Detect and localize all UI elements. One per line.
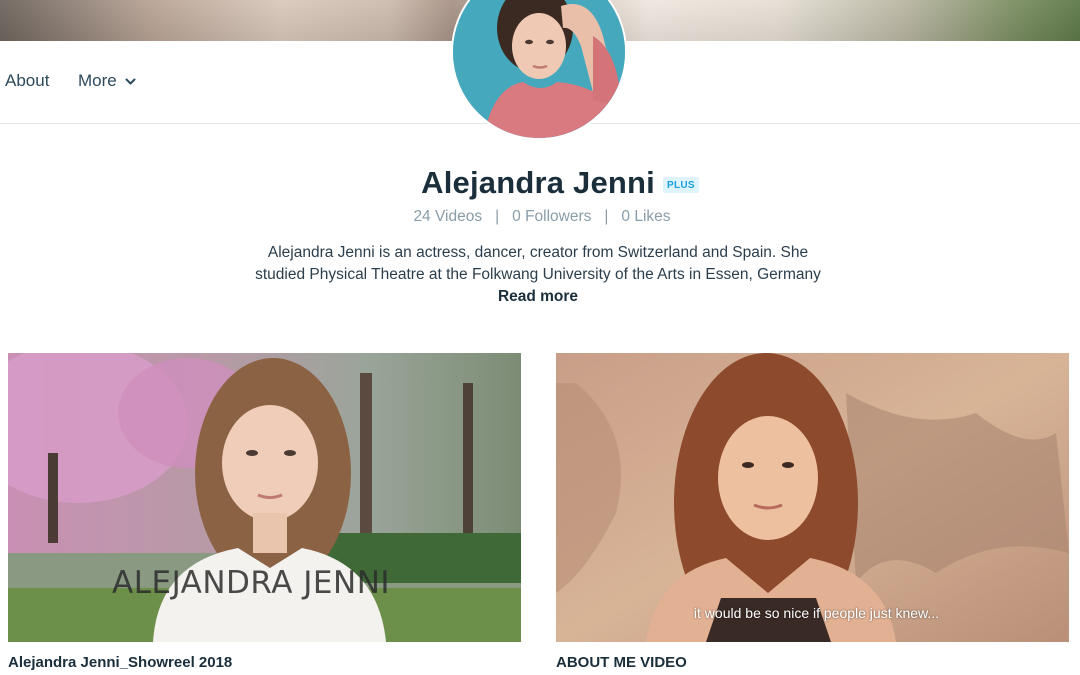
video-title-link[interactable]: Alejandra Jenni_Showreel 2018: [8, 654, 521, 671]
plus-badge: PLUS: [662, 177, 699, 193]
bio-text: Alejandra Jenni is an actress, dancer, c…: [255, 244, 821, 283]
profile-bio: Alejandra Jenni is an actress, dancer, c…: [248, 242, 828, 308]
profile-stats: 24 Videos | 0 Followers | 0 Likes: [0, 208, 1080, 226]
likes-count-link[interactable]: 0 Likes: [621, 208, 670, 226]
stats-divider: |: [604, 208, 609, 225]
nav-about-link[interactable]: About: [5, 71, 49, 91]
chevron-down-icon: [125, 76, 136, 87]
profile-title-row: Alejandra Jenni PLUS: [0, 165, 1080, 201]
stats-divider: |: [495, 208, 500, 225]
video-thumbnail[interactable]: ALEJANDRA JENNI: [8, 353, 521, 642]
nav-more-dropdown[interactable]: More: [78, 71, 136, 91]
video-subtitle-caption: it would be so nice if people just knew.…: [693, 605, 940, 621]
profile-name: Alejandra Jenni: [421, 165, 655, 200]
video-overlay-title: ALEJANDRA JENNI: [112, 565, 391, 601]
nav-more-label: More: [78, 71, 117, 90]
video-thumbnail[interactable]: it would be so nice if people just knew.…: [556, 353, 1069, 642]
video-card: it would be so nice if people just knew.…: [556, 353, 1069, 671]
profile-page: About More Alejandra Jenni PLUS 24 Video…: [0, 0, 1080, 675]
videos-count-link[interactable]: 24 Videos: [413, 208, 482, 226]
video-card: ALEJANDRA JENNI Alejandra Jenni_Showreel…: [8, 353, 521, 671]
video-title-link[interactable]: ABOUT ME VIDEO: [556, 654, 1069, 671]
read-more-link[interactable]: Read more: [498, 288, 578, 305]
followers-count-link[interactable]: 0 Followers: [512, 208, 591, 226]
